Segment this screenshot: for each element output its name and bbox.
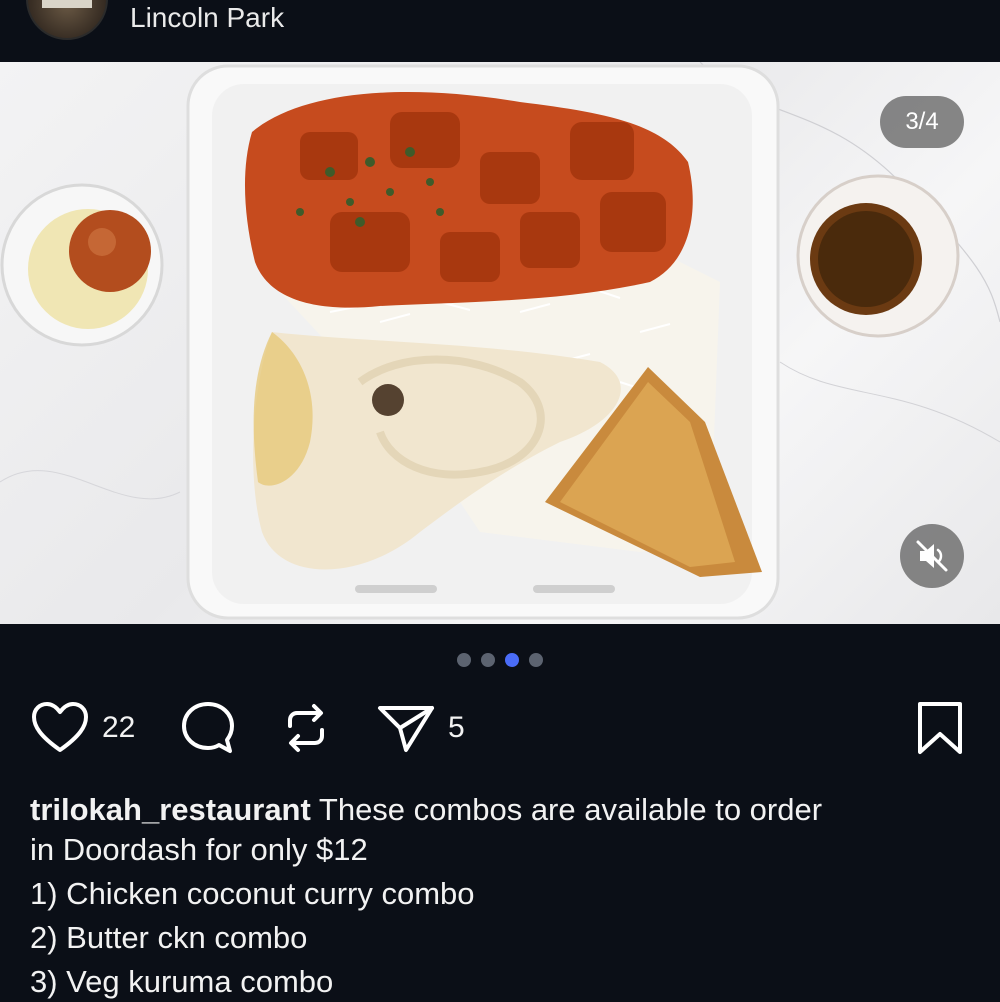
share-button[interactable]: 5 bbox=[376, 700, 465, 756]
caption-text-line2: in Doordash for only $12 bbox=[30, 832, 368, 867]
share-icon bbox=[378, 706, 434, 752]
caption-item: 3) Veg kuruma combo bbox=[30, 964, 334, 999]
heart-icon bbox=[32, 702, 88, 752]
mute-icon bbox=[916, 540, 948, 572]
bookmark-button[interactable] bbox=[912, 700, 968, 756]
repost-icon bbox=[288, 704, 324, 752]
carousel-dots bbox=[0, 653, 1000, 667]
avatar[interactable] bbox=[26, 0, 108, 40]
caption-item: 2) Butter ckn combo bbox=[30, 920, 308, 955]
caption-text: These combos are available to order bbox=[318, 792, 823, 827]
mute-button[interactable] bbox=[900, 524, 964, 588]
action-bar: 22 5 bbox=[0, 700, 1000, 760]
post-media[interactable]: 3/4 bbox=[0, 62, 1000, 624]
caption-username[interactable]: trilokah_restaurant bbox=[30, 792, 311, 827]
carousel-dot[interactable] bbox=[529, 653, 543, 667]
post-location[interactable]: Lincoln Park bbox=[130, 2, 284, 34]
comment-button[interactable] bbox=[178, 700, 238, 756]
bookmark-icon bbox=[918, 702, 962, 754]
slide-counter: 3/4 bbox=[880, 96, 964, 148]
post-header: Lincoln Park bbox=[0, 0, 1000, 62]
post-caption: trilokah_restaurant These combos are ava… bbox=[30, 790, 970, 1002]
like-button[interactable]: 22 bbox=[30, 700, 135, 756]
carousel-dot[interactable] bbox=[481, 653, 495, 667]
comment-icon bbox=[182, 702, 234, 753]
like-count: 22 bbox=[102, 711, 136, 744]
caption-item: 1) Chicken coconut curry combo bbox=[30, 876, 475, 911]
share-count: 5 bbox=[448, 711, 465, 744]
repost-button[interactable] bbox=[276, 700, 336, 756]
carousel-dot-active[interactable] bbox=[505, 653, 519, 667]
carousel-dot[interactable] bbox=[457, 653, 471, 667]
food-photo bbox=[0, 62, 1000, 620]
